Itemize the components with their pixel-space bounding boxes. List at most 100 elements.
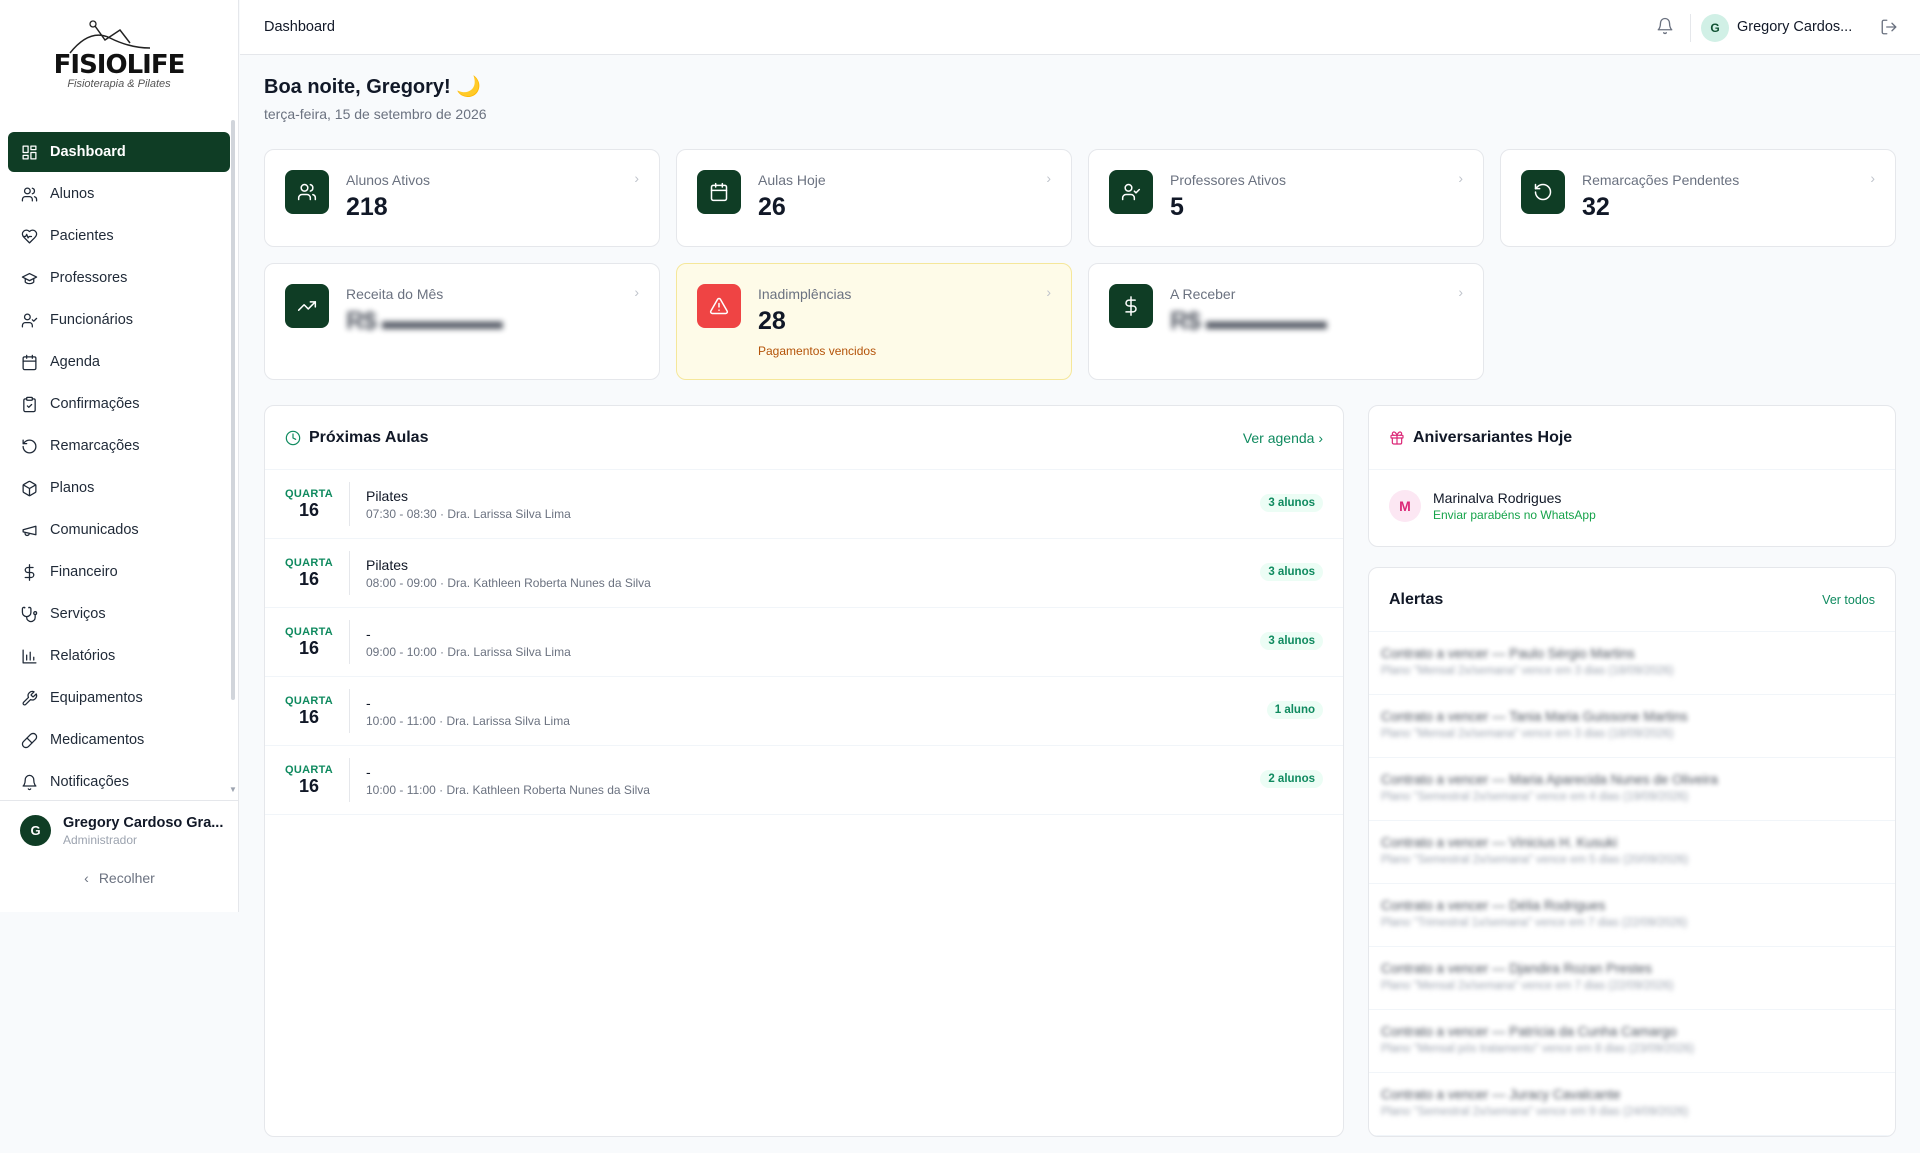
logout-icon[interactable] (1880, 18, 1900, 38)
view-schedule-link[interactable]: Ver agenda › (1243, 430, 1323, 446)
students-badge: 3 alunos (1260, 632, 1323, 650)
collapse-label: Recolher (98, 870, 155, 886)
alert-item[interactable]: Contrato a vencer — Djandira Rozan Prest… (1369, 947, 1895, 1010)
users-icon (285, 170, 329, 214)
students-badge: 1 aluno (1266, 701, 1323, 719)
sidebar-item-label: Comunicados (50, 522, 139, 538)
graduation-cap-icon (20, 269, 38, 287)
sidebar-item-label: Financeiro (50, 564, 118, 580)
chevron-right-icon: › (634, 170, 639, 186)
class-name: - (366, 763, 371, 780)
sidebar-item-label: Planos (50, 480, 95, 496)
stat-card[interactable]: Remarcações Pendentes 32 › (1500, 149, 1896, 247)
alert-item[interactable]: Contrato a vencer — Tania Maria Guissone… (1369, 695, 1895, 758)
bar-chart-icon (20, 647, 38, 665)
sidebar-item-medicamentos[interactable]: Medicamentos (8, 720, 230, 760)
brand-logo[interactable]: FISIOLIFE Fisioterapia & Pilates (0, 0, 238, 118)
sidebar-item-label: Alunos (50, 186, 95, 202)
stat-label: A Receber (1170, 286, 1236, 302)
class-name: Pilates (366, 556, 409, 573)
view-all-alerts-link[interactable]: Ver todos (1822, 593, 1875, 607)
alert-subtitle: Plano "Semestral 2x/semana" vence em 4 d… (1381, 791, 1689, 803)
bell-icon[interactable] (1656, 17, 1676, 37)
stat-card[interactable]: Alunos Ativos 218 › (264, 149, 660, 247)
alert-item[interactable]: Contrato a vencer — Délia Rodrigues Plano… (1369, 884, 1895, 947)
students-badge: 3 alunos (1260, 563, 1323, 581)
class-row[interactable]: QUARTA 16 - 09:00 - 10:00 · Dra. Larissa Si… (265, 608, 1343, 677)
scroll-down-icon[interactable]: ▼ (229, 785, 237, 794)
stat-card[interactable]: A Receber R$ ▬▬▬▬▬ › (1088, 263, 1484, 380)
users-icon (20, 185, 38, 203)
alert-item[interactable]: Contrato a vencer — Maria Aparecida Nune… (1369, 758, 1895, 821)
sidebar-item-funcionarios[interactable]: Funcionários (8, 300, 230, 340)
class-date: QUARTA 16 (285, 488, 333, 520)
sidebar-nav: Dashboard Alunos Pacientes Professores Funci… (0, 118, 238, 802)
sidebar: FISIOLIFE Fisioterapia & Pilates Dashboa… (0, 0, 239, 912)
sidebar-item-alunos[interactable]: Alunos (8, 174, 230, 214)
class-day-number: 16 (298, 776, 320, 796)
stat-label: Inadimplências (758, 286, 852, 302)
sidebar-item-pacientes[interactable]: Pacientes (8, 216, 230, 256)
header-avatar[interactable]: G (1701, 14, 1729, 42)
class-row[interactable]: QUARTA 16 - 10:00 - 11:00 · Dra. Kathleen R… (265, 746, 1343, 815)
class-row[interactable]: QUARTA 16 Pilates 08:00 - 09:00 · Dra. Kath… (265, 539, 1343, 608)
sidebar-scrollbar[interactable] (231, 120, 235, 700)
greeting-date: terça-feira, 15 de setembro de 2026 (264, 106, 487, 122)
sidebar-item-comunicados[interactable]: Comunicados (8, 510, 230, 550)
stat-card[interactable]: Inadimplências 28 Pagamentos vencidos › (676, 263, 1072, 380)
class-weekday: QUARTA (285, 764, 334, 776)
stat-value: 5 (1170, 193, 1184, 221)
divider (349, 482, 350, 526)
alert-item[interactable]: Contrato a vencer — Vinicius H. Kusuki Pl… (1369, 821, 1895, 884)
class-name: Pilates (366, 487, 409, 504)
sidebar-item-label: Confirmações (50, 396, 140, 412)
class-row[interactable]: QUARTA 16 Pilates 07:30 - 08:30 · Dra. Lari… (265, 470, 1343, 539)
header-divider (1690, 14, 1691, 42)
stat-card[interactable]: Receita do Mês R$ ▬▬▬▬▬ › (264, 263, 660, 380)
stat-card[interactable]: Professores Ativos 5 › (1088, 149, 1484, 247)
sidebar-item-label: Medicamentos (50, 732, 145, 748)
sidebar-item-relatorios[interactable]: Relatórios (8, 636, 230, 676)
page-title: Dashboard (264, 19, 335, 35)
sidebar-item-notificacoes[interactable]: Notificações (8, 762, 230, 802)
collapse-button[interactable]: ‹ Recolher (0, 870, 239, 886)
alert-triangle-icon (697, 284, 741, 328)
alert-subtitle: Plano "Mensal 2x/semana" vence em 7 dias… (1381, 980, 1674, 992)
chevron-right-icon: › (634, 284, 639, 300)
class-name: - (366, 625, 371, 642)
chevron-right-icon: › (1458, 284, 1463, 300)
sidebar-item-servicos[interactable]: Serviços (8, 594, 230, 634)
class-meta: 10:00 - 11:00 · Dra. Larissa Silva Lima (366, 713, 570, 728)
clock-icon (285, 430, 301, 446)
class-meta: 10:00 - 11:00 · Dra. Kathleen Roberta Nu… (366, 782, 650, 797)
sidebar-item-professores[interactable]: Professores (8, 258, 230, 298)
view-schedule-label: Ver agenda (1242, 429, 1315, 446)
sidebar-item-dashboard[interactable]: Dashboard (8, 132, 230, 172)
sidebar-user[interactable]: G Gregory Cardoso Gra... Administrador (0, 800, 239, 860)
sidebar-item-label: Serviços (50, 606, 106, 622)
stat-card[interactable]: Aulas Hoje 26 › (676, 149, 1072, 247)
alert-item[interactable]: Contrato a vencer — Juracy Cavalcante Pla… (1369, 1073, 1895, 1136)
sidebar-item-equipamentos[interactable]: Equipamentos (8, 678, 230, 718)
class-weekday: QUARTA (285, 488, 334, 500)
dollar-icon (1109, 284, 1153, 328)
alert-title: Contrato a vencer — Patrícia da Cunha Ca… (1381, 1024, 1677, 1039)
sidebar-item-label: Agenda (50, 354, 100, 370)
class-row[interactable]: QUARTA 16 - 10:00 - 11:00 · Dra. Larissa Si… (265, 677, 1343, 746)
sidebar-item-planos[interactable]: Planos (8, 468, 230, 508)
birthday-item[interactable]: M Marinalva Rodrigues Enviar parabéns no… (1369, 470, 1895, 542)
header-user-name[interactable]: Gregory Cardos... (1737, 19, 1852, 35)
stat-value: 28 (758, 307, 786, 335)
alert-item[interactable]: Contrato a vencer — Patrícia da Cunha Ca… (1369, 1010, 1895, 1073)
sidebar-item-remarcacoes[interactable]: Remarcações (8, 426, 230, 466)
sidebar-item-label: Relatórios (50, 648, 116, 664)
sidebar-item-agenda[interactable]: Agenda (8, 342, 230, 382)
alert-item[interactable]: Contrato a vencer — Paulo Sérgio Martins… (1369, 632, 1895, 695)
alert-title: Contrato a vencer — Maria Aparecida Nune… (1381, 772, 1718, 787)
sidebar-item-financeiro[interactable]: Financeiro (8, 552, 230, 592)
whatsapp-congrats-link[interactable]: Enviar parabéns no WhatsApp (1433, 508, 1596, 522)
class-meta: 07:30 - 08:30 · Dra. Larissa Silva Lima (366, 506, 571, 521)
sidebar-item-confirmacoes[interactable]: Confirmações (8, 384, 230, 424)
bell-icon (20, 773, 38, 791)
birthday-name: Marinalva Rodrigues (1433, 490, 1562, 506)
